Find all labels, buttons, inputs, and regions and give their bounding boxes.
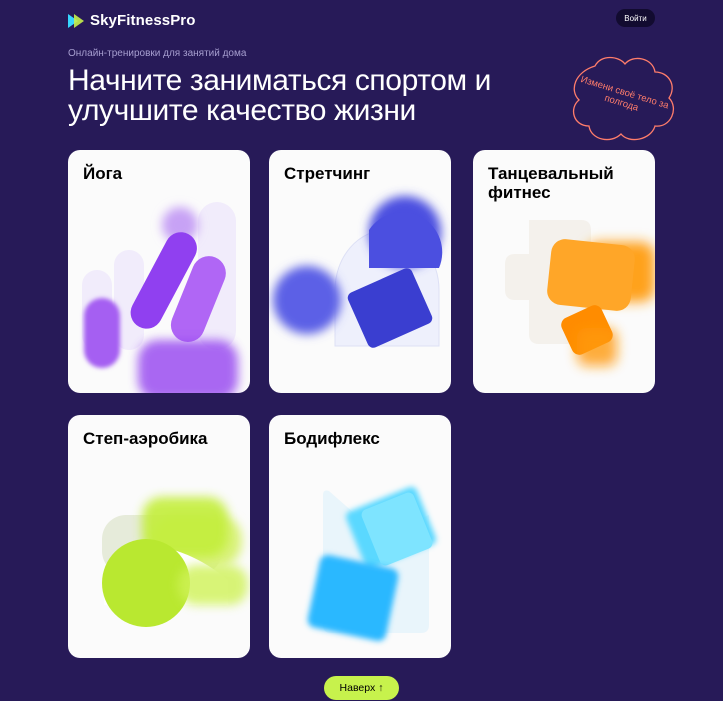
logo[interactable]: SkyFitnessPro: [68, 12, 196, 29]
logo-text: SkyFitnessPro: [90, 12, 196, 29]
course-title-yoga: Йога: [83, 164, 123, 183]
hero-headline: Начните заниматься спортом и улучшите ка…: [68, 64, 491, 127]
stretching-illustration: [273, 196, 443, 348]
course-card-yoga[interactable]: Йога: [68, 150, 250, 393]
logo-play-icon: [68, 13, 84, 28]
top-header: SkyFitnessPro Войти: [0, 0, 723, 40]
yoga-illustration: [82, 202, 238, 393]
course-card-bodyflex[interactable]: Бодифлекс: [269, 415, 451, 658]
course-title-step-aerobics: Степ-аэробика: [83, 429, 208, 448]
course-card-step-aerobics[interactable]: Степ-аэробика: [68, 415, 250, 658]
scroll-to-top-button[interactable]: Наверх ↑: [324, 676, 399, 700]
login-button[interactable]: Войти: [616, 9, 655, 27]
course-title-dance-fitness: Танцевальный фитнес: [488, 164, 614, 202]
course-title-stretching: Стретчинг: [284, 164, 371, 183]
bodyflex-illustration: [307, 486, 437, 642]
scroll-to-top-label: Наверх: [339, 682, 376, 694]
promo-badge: Измени своё тело за полгода: [567, 50, 679, 146]
course-card-dance-fitness[interactable]: Танцевальный фитнес: [473, 150, 655, 393]
step-aerobics-illustration: [102, 497, 248, 627]
course-card-stretching[interactable]: Стретчинг: [269, 150, 451, 393]
course-title-bodyflex: Бодифлекс: [284, 429, 380, 448]
hero-subtitle: Онлайн-тренировки для занятий дома: [68, 48, 247, 59]
arrow-up-icon: ↑: [378, 682, 384, 694]
